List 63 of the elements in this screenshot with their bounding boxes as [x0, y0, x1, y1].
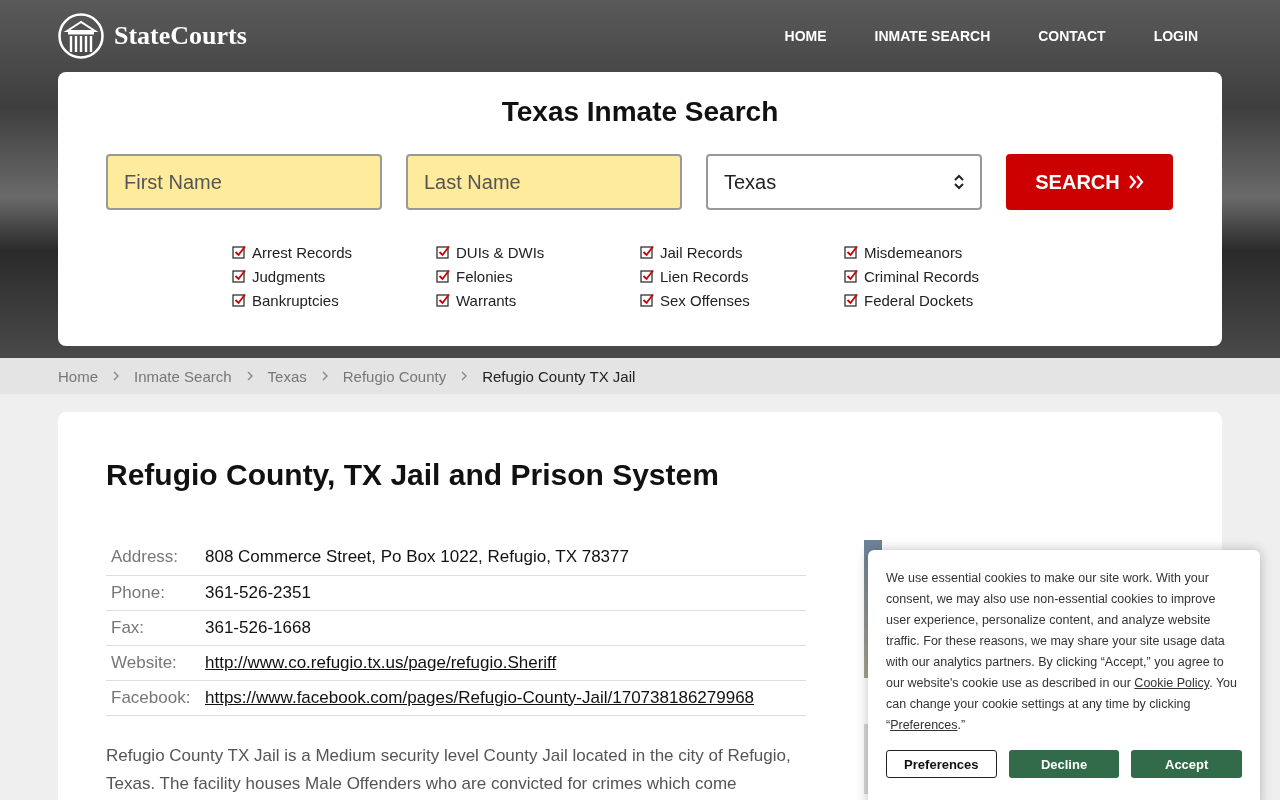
- record-type-label: Federal Dockets: [864, 291, 974, 309]
- breadcrumb-link[interactable]: Texas: [267, 367, 307, 385]
- record-type-label: Criminal Records: [864, 267, 980, 285]
- detail-value: 361-526-1668: [204, 610, 806, 645]
- detail-label: Website:: [106, 645, 204, 680]
- select-arrows-icon: [954, 174, 964, 190]
- description-text: Refugio County TX Jail is a Medium security level County Jail located in the city of Refugio, Texas. The facility houses Male Offenders who are convicted for crimes which come: [106, 744, 792, 795]
- chevron-right-icon: [460, 371, 469, 381]
- checked-box-icon[interactable]: [640, 269, 654, 283]
- double-chevron-icon: [1127, 174, 1144, 190]
- nav-link[interactable]: INMATE SEARCH: [874, 28, 991, 44]
- detail-label: Facebook:: [106, 680, 204, 715]
- record-type-label: Misdemeanors: [864, 243, 963, 261]
- detail-link[interactable]: https://www.facebook.com/pages/Refugio-County-Jail/170738186279968: [205, 687, 755, 707]
- checked-box-icon[interactable]: [640, 293, 654, 307]
- record-type-label: Sex Offenses: [660, 291, 750, 309]
- cookie-button[interactable]: Preferences: [886, 750, 997, 778]
- chevron-right-icon: [112, 371, 120, 381]
- record-type-label: DUIs & DWIs: [456, 243, 545, 261]
- record-type-label: Warrants: [456, 291, 517, 309]
- page-title: Refugio County, TX Jail and Prison System: [106, 458, 720, 492]
- breadcrumb-link[interactable]: Inmate Search: [134, 367, 232, 385]
- record-type-label: Arrest Records: [252, 243, 353, 261]
- first-name-field[interactable]: First Name: [106, 154, 382, 210]
- breadcrumb-link[interactable]: Home: [58, 367, 98, 385]
- preferences-link[interactable]: Preferences: [890, 718, 958, 732]
- detail-value: 361-526-2351: [204, 575, 806, 610]
- record-type-label: Felonies: [456, 267, 513, 285]
- breadcrumb-link[interactable]: Refugio County TX Jail: [482, 367, 636, 385]
- detail-label: Address:: [106, 540, 204, 575]
- checked-box-icon[interactable]: [436, 293, 450, 307]
- breadcrumb-link[interactable]: Refugio County: [342, 367, 447, 385]
- detail-label: Fax:: [106, 610, 204, 645]
- courthouse-logo-icon: [58, 13, 104, 59]
- checked-box-icon[interactable]: [232, 269, 246, 283]
- detail-label: Phone:: [106, 575, 204, 610]
- chevron-right-icon: [245, 371, 254, 381]
- record-type-label: Lien Records: [660, 267, 749, 285]
- record-type-label: Bankruptcies: [252, 291, 339, 309]
- checked-box-icon[interactable]: [436, 245, 450, 259]
- search-button[interactable]: SEARCH: [1006, 154, 1173, 210]
- checked-box-icon[interactable]: [844, 269, 858, 283]
- chevron-right-icon: [320, 371, 329, 381]
- checked-box-icon[interactable]: [640, 245, 654, 259]
- cookie-button[interactable]: Accept: [1131, 750, 1242, 778]
- state-select[interactable]: Texas: [706, 154, 982, 210]
- nav-link[interactable]: CONTACT: [1038, 28, 1106, 44]
- search-title: Texas Inmate Search: [501, 96, 779, 128]
- nav-link[interactable]: HOME: [784, 28, 827, 44]
- record-type-label: Jail Records: [660, 243, 743, 261]
- checked-box-icon[interactable]: [844, 293, 858, 307]
- detail-value: 808 Commerce Street, Po Box 1022, Refugio, TX 78377: [204, 540, 806, 575]
- cookie-notice-text: We use essential cookies to make our site work. With your consent, we may also use non-essential cookies to improve user experience, personalize content, and analyze website traffic. For these reasons, we may share your site usage data with our analytics partners. By clicking “Accept,” you agree to our website's cookie use as described in our Cookie Policy. You can change your cookie settings at any time by clicking “Preferences.”: [886, 570, 1238, 734]
- cookie-button[interactable]: Decline: [1008, 750, 1120, 778]
- checked-box-icon[interactable]: [436, 269, 450, 283]
- nav-link[interactable]: LOGIN: [1153, 28, 1198, 44]
- detail-link[interactable]: http://www.co.refugio.tx.us/page/refugio.Sheriff: [205, 652, 557, 672]
- checked-box-icon[interactable]: [844, 245, 858, 259]
- last-name-field[interactable]: Last Name: [406, 154, 682, 210]
- site-logo-text[interactable]: StateCourts: [114, 21, 247, 51]
- checked-box-icon[interactable]: [232, 245, 246, 259]
- record-type-label: Judgments: [252, 267, 326, 285]
- checked-box-icon[interactable]: [232, 293, 246, 307]
